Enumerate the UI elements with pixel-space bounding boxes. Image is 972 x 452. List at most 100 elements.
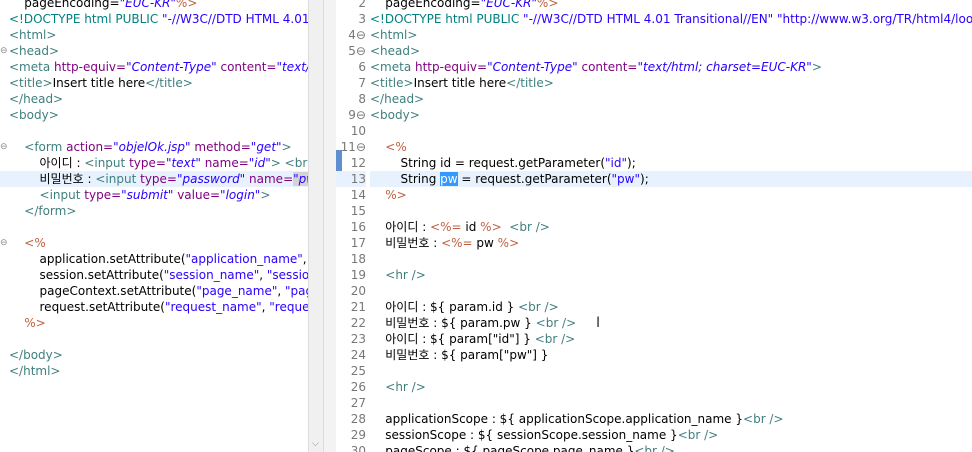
code-line[interactable]: </html> (9, 363, 308, 379)
code-line[interactable] (370, 203, 972, 219)
code-token: <input (84, 156, 130, 170)
code-token: <br /> (743, 412, 784, 426)
code-line[interactable]: <head> (370, 43, 972, 59)
right-editor-pane[interactable]: 2 3 4⊖ 5⊖ 6 7 8 9⊖ 10 11⊖ 12 13 14 15 16 17 18 19 20 21 22 23… (336, 0, 972, 452)
code-line[interactable]: 비밀번호 : ${ param.pw } <br /> (370, 315, 972, 331)
code-token: </html> (9, 364, 61, 378)
code-line[interactable]: <body> (9, 107, 308, 123)
code-line[interactable]: application.setAttribute("application_na… (9, 251, 308, 267)
code-line[interactable]: <hr /> (370, 267, 972, 283)
code-line[interactable]: pageEncoding="EUC-KR"%> (9, 0, 308, 11)
code-line[interactable]: </form> (9, 203, 308, 219)
code-token: ); (627, 156, 636, 170)
line-number: 18 (350, 252, 366, 266)
fold-toggle-icon[interactable]: ⊖ (0, 43, 8, 59)
code-line[interactable]: <html> (370, 27, 972, 43)
code-token: </title> (145, 76, 193, 90)
code-token: 아이디 : (9, 156, 85, 170)
code-token: "text" (165, 156, 201, 170)
code-line[interactable]: String pw = request.getParameter("pw"); (370, 171, 972, 187)
code-token: </title> (506, 76, 554, 90)
code-line[interactable]: String id = request.getParameter("id"); (370, 155, 972, 171)
code-line[interactable]: sessionScope : ${ sessionScope.session_n… (370, 427, 972, 443)
fold-toggle-icon[interactable]: ⊖ (0, 139, 8, 155)
code-line[interactable]: <title>Insert title here</title> (9, 75, 308, 91)
code-line[interactable]: <!DOCTYPE html PUBLIC "-//W3C//DTD HTML … (370, 11, 972, 27)
code-line[interactable] (370, 283, 972, 299)
code-line[interactable]: <head> (9, 43, 308, 59)
code-line[interactable]: 아이디 : ${ param["id"] } <br /> (370, 331, 972, 347)
code-line[interactable]: request.setAttribute("request_name", "re… (9, 299, 308, 315)
line-number: 19 (350, 268, 366, 282)
code-token: method= (190, 140, 251, 154)
left-editor-pane[interactable]: ⊖ ⊖ ⊖ pageEncoding="EUC-KR"%> <!DOCTYPE htm… (0, 0, 308, 452)
code-line[interactable]: <meta http-equiv="Content-Type" content=… (9, 59, 308, 75)
code-line[interactable]: applicationScope : ${ applicationScope.a… (370, 411, 972, 427)
code-line[interactable] (9, 331, 308, 347)
line-numbers: 2 3 4⊖ 5⊖ 6 7 8 9⊖ 10 11⊖ 12 13 14 15 16 17 18 19 20 21 22 23… (336, 0, 366, 452)
code-line[interactable] (9, 219, 308, 235)
code-token: request.setAttribute( (9, 300, 165, 314)
code-line[interactable]: </head> (370, 91, 972, 107)
code-token: "-//W3C//DTD HTML 4.01 Transitional//EN"… (523, 12, 972, 26)
code-line[interactable] (9, 123, 308, 139)
code-token: 아이디 : ${ param.id } (370, 300, 519, 314)
code-token: %> (370, 188, 407, 202)
code-line[interactable]: 아이디 : ${ param.id } <br /> (370, 299, 972, 315)
code-line[interactable]: 아이디 : <input type="text" name="id"> <br … (9, 155, 308, 171)
code-token: %> (480, 220, 502, 234)
chevron-down-icon[interactable]: ⌵ (312, 440, 319, 449)
code-line[interactable]: 비밀번호 : ${ param["pw"] } (370, 347, 972, 363)
code-line[interactable]: 비밀번호 : <input type="password" name="pw (0, 171, 308, 187)
code-token: > <br /> (270, 156, 308, 170)
line-number: 20 (350, 284, 366, 298)
code-line[interactable]: <html> (9, 27, 308, 43)
code-token: id (461, 220, 481, 234)
editor-split-divider[interactable] (324, 0, 336, 452)
code-line[interactable]: </head> (9, 91, 308, 107)
code-line[interactable]: %> (9, 315, 308, 331)
code-line[interactable]: pageContext.setAttribute("page_name", "p… (9, 283, 308, 299)
code-line[interactable]: <title>Insert title here</title> (370, 75, 972, 91)
fold-toggle-icon[interactable]: ⊖ (0, 235, 8, 251)
line-number: 14 (350, 188, 366, 202)
line-number: 15 (350, 204, 366, 218)
code-token: type= (140, 172, 177, 186)
code-line[interactable]: </body> (9, 347, 308, 363)
line-number-gutter: 2 3 4⊖ 5⊖ 6 7 8 9⊖ 10 11⊖ 12 13 14 15 16 17 18 19 20 21 22 23… (336, 0, 366, 452)
code-line[interactable]: %> (370, 187, 972, 203)
left-code-area[interactable]: pageEncoding="EUC-KR"%> <!DOCTYPE html PU… (0, 0, 308, 379)
code-line[interactable] (370, 251, 972, 267)
code-token: content= (577, 60, 638, 74)
code-token: <body> (9, 108, 59, 122)
code-line[interactable]: 비밀번호 : <%= pw %> (370, 235, 972, 251)
code-token: <head> (370, 44, 421, 58)
code-line[interactable]: <input type="submit" value="login"> (9, 187, 308, 203)
code-line[interactable]: pageScope : ${ pageScope.page_name }<br … (370, 443, 972, 452)
code-line[interactable]: session.setAttribute("session_name", "se… (9, 267, 308, 283)
code-token: content= (216, 60, 277, 74)
code-line[interactable]: <!DOCTYPE html PUBLIC "-//W3C//DTD HTML … (9, 11, 308, 27)
code-line[interactable]: <form action="objelOk.jsp" method="get"> (9, 139, 308, 155)
code-token: 아이디 : (370, 220, 431, 234)
code-line[interactable]: pageEncoding="EUC-KR"%> (370, 0, 972, 11)
code-token: applicationScope : ${ applicationScope.a… (370, 412, 744, 426)
code-token: ); (640, 172, 649, 186)
code-token: "pw" (611, 172, 641, 186)
code-line[interactable] (370, 395, 972, 411)
line-number: 8 (358, 92, 366, 106)
right-code-area[interactable]: pageEncoding="EUC-KR"%> <!DOCTYPE html PU… (370, 0, 972, 452)
left-vertical-scrollbar[interactable]: ⌵ (308, 0, 324, 452)
code-token: <!DOCTYPE html PUBLIC (9, 12, 163, 26)
code-line[interactable]: <hr /> (370, 379, 972, 395)
selected-token: pw (440, 172, 458, 186)
code-line[interactable] (370, 123, 972, 139)
code-line[interactable]: <body> (370, 107, 972, 123)
code-token: "id" (248, 156, 271, 170)
code-line[interactable]: <meta http-equiv="Content-Type" content=… (370, 59, 972, 75)
code-line[interactable]: <% (370, 139, 972, 155)
code-token: "page_v (285, 284, 308, 298)
code-line[interactable]: <% (9, 235, 308, 251)
code-line[interactable] (370, 363, 972, 379)
code-line[interactable]: 아이디 : <%= id %> <br /> (370, 219, 972, 235)
